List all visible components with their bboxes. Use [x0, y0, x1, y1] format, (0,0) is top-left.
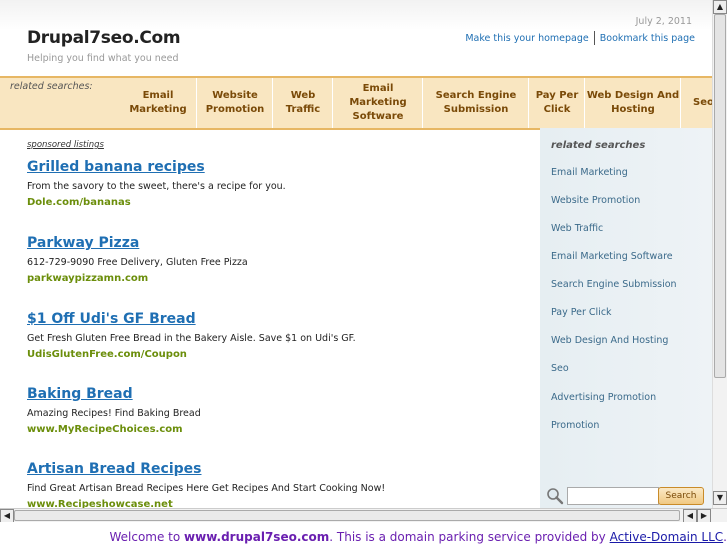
ad-description: Find Great Artisan Bread Recipes Here Ge… — [27, 483, 386, 494]
make-homepage-link[interactable]: Make this your homepage — [460, 33, 593, 44]
ad-url-link[interactable]: UdisGlutenFree.com/Coupon — [27, 349, 527, 360]
site-tagline: Helping you find what you need — [27, 53, 179, 64]
date-label: July 2, 2011 — [635, 16, 692, 27]
ad-url-link[interactable]: Dole.com/bananas — [27, 197, 527, 208]
ad-listing: Artisan Bread Recipes Find Great Artisan… — [27, 461, 527, 510]
sidebar-item-email-marketing[interactable]: Email Marketing — [551, 167, 628, 178]
vertical-scroll-thumb[interactable] — [714, 14, 726, 378]
site-title[interactable]: Drupal7seo.Com — [27, 28, 181, 48]
sidebar-item-web-traffic[interactable]: Web Traffic — [551, 223, 603, 234]
sidebar-item-search-engine-submission[interactable]: Search Engine Submission — [551, 279, 677, 290]
horizontal-scroll-thumb[interactable] — [14, 510, 680, 521]
arrow-up-icon[interactable]: ▲ — [713, 0, 727, 14]
ad-listing: Baking Bread Amazing Recipes! Find Bakin… — [27, 386, 527, 435]
sidebar-item-pay-per-click[interactable]: Pay Per Click — [551, 307, 612, 318]
sidebar-item-website-promotion[interactable]: Website Promotion — [551, 195, 640, 206]
magnifier-icon — [547, 488, 564, 505]
sidebar-title: related searches — [551, 140, 646, 151]
sponsored-listings-label: sponsored listings — [27, 140, 104, 150]
search-form: Search — [546, 487, 706, 505]
ad-description: Get Fresh Gluten Free Bread in the Baker… — [27, 333, 356, 344]
ad-title-link[interactable]: Artisan Bread Recipes — [27, 461, 527, 477]
footer: Welcome to www.drupal7seo.com. This is a… — [0, 522, 727, 545]
nav-item-web-traffic[interactable]: Web Traffic — [272, 78, 333, 128]
ad-url-link[interactable]: parkwaypizzamn.com — [27, 273, 527, 284]
sidebar-item-web-design-hosting[interactable]: Web Design And Hosting — [551, 335, 668, 346]
page-frame: Drupal7seo.Com Helping you find what you… — [0, 0, 727, 522]
arrow-down-icon[interactable]: ▼ — [713, 491, 727, 505]
horizontal-scrollbar[interactable]: ◀ ◀ ▶ — [0, 508, 727, 522]
nav-item-website-promotion[interactable]: Website Promotion — [196, 78, 273, 128]
arrow-right-icon[interactable]: ▶ — [697, 509, 711, 522]
nav-item-search-engine-submission[interactable]: Search Engine Submission — [422, 78, 529, 128]
ad-title-link[interactable]: $1 Off Udi's GF Bread — [27, 311, 527, 327]
ad-description: 612-729-9090 Free Delivery, Gluten Free … — [27, 257, 248, 268]
bookmark-link[interactable]: Bookmark this page — [595, 33, 700, 44]
nav-item-email-marketing-software[interactable]: Email Marketing Software — [332, 78, 423, 128]
ad-listing: $1 Off Udi's GF Bread Get Fresh Gluten F… — [27, 311, 527, 360]
ad-url-link[interactable]: www.MyRecipeChoices.com — [27, 424, 527, 435]
footer-domain: www.drupal7seo.com — [184, 530, 330, 544]
header-links: Make this your homepage Bookmark this pag… — [460, 31, 700, 45]
nav-item-email-marketing[interactable]: Email Marketing — [120, 78, 196, 128]
sidebar-item-promotion[interactable]: Promotion — [551, 420, 599, 431]
nav-item-web-design-hosting[interactable]: Web Design And Hosting — [584, 78, 681, 128]
ad-title-link[interactable]: Parkway Pizza — [27, 235, 527, 251]
footer-middle: . This is a domain parking service provi… — [329, 530, 610, 544]
footer-suffix: . — [723, 530, 727, 544]
ad-listing: Parkway Pizza 612-729-9090 Free Delivery… — [27, 235, 527, 284]
search-input[interactable] — [567, 487, 659, 505]
header: Drupal7seo.Com Helping you find what you… — [0, 0, 712, 77]
ad-description: From the savory to the sweet, there's a … — [27, 181, 286, 192]
ad-listing: Grilled banana recipes From the savory t… — [27, 159, 527, 208]
main-content: sponsored listings Grilled banana recipe… — [0, 128, 540, 522]
ad-description: Amazing Recipes! Find Baking Bread — [27, 408, 201, 419]
footer-prefix: Welcome to — [109, 530, 185, 544]
related-searches-bar: related searches: Email Marketing Websit… — [0, 76, 714, 130]
ad-title-link[interactable]: Baking Bread — [27, 386, 527, 402]
sidebar-item-email-marketing-software[interactable]: Email Marketing Software — [551, 251, 673, 262]
ad-title-link[interactable]: Grilled banana recipes — [27, 159, 527, 175]
nav-item-pay-per-click[interactable]: Pay Per Click — [528, 78, 585, 128]
search-button[interactable]: Search — [658, 487, 704, 505]
vertical-scrollbar[interactable]: ▲ ▼ — [712, 0, 727, 508]
related-searches-sidebar: related searches Email Marketing Website… — [540, 128, 712, 522]
sidebar-item-seo[interactable]: Seo — [551, 363, 569, 374]
arrow-left-icon[interactable]: ◀ — [683, 509, 697, 522]
sidebar-item-advertising-promotion[interactable]: Advertising Promotion — [551, 392, 656, 403]
nav-label: related searches: — [10, 81, 93, 92]
provider-link[interactable]: Active-Domain LLC — [610, 530, 724, 544]
arrow-left-icon[interactable]: ◀ — [0, 509, 14, 522]
